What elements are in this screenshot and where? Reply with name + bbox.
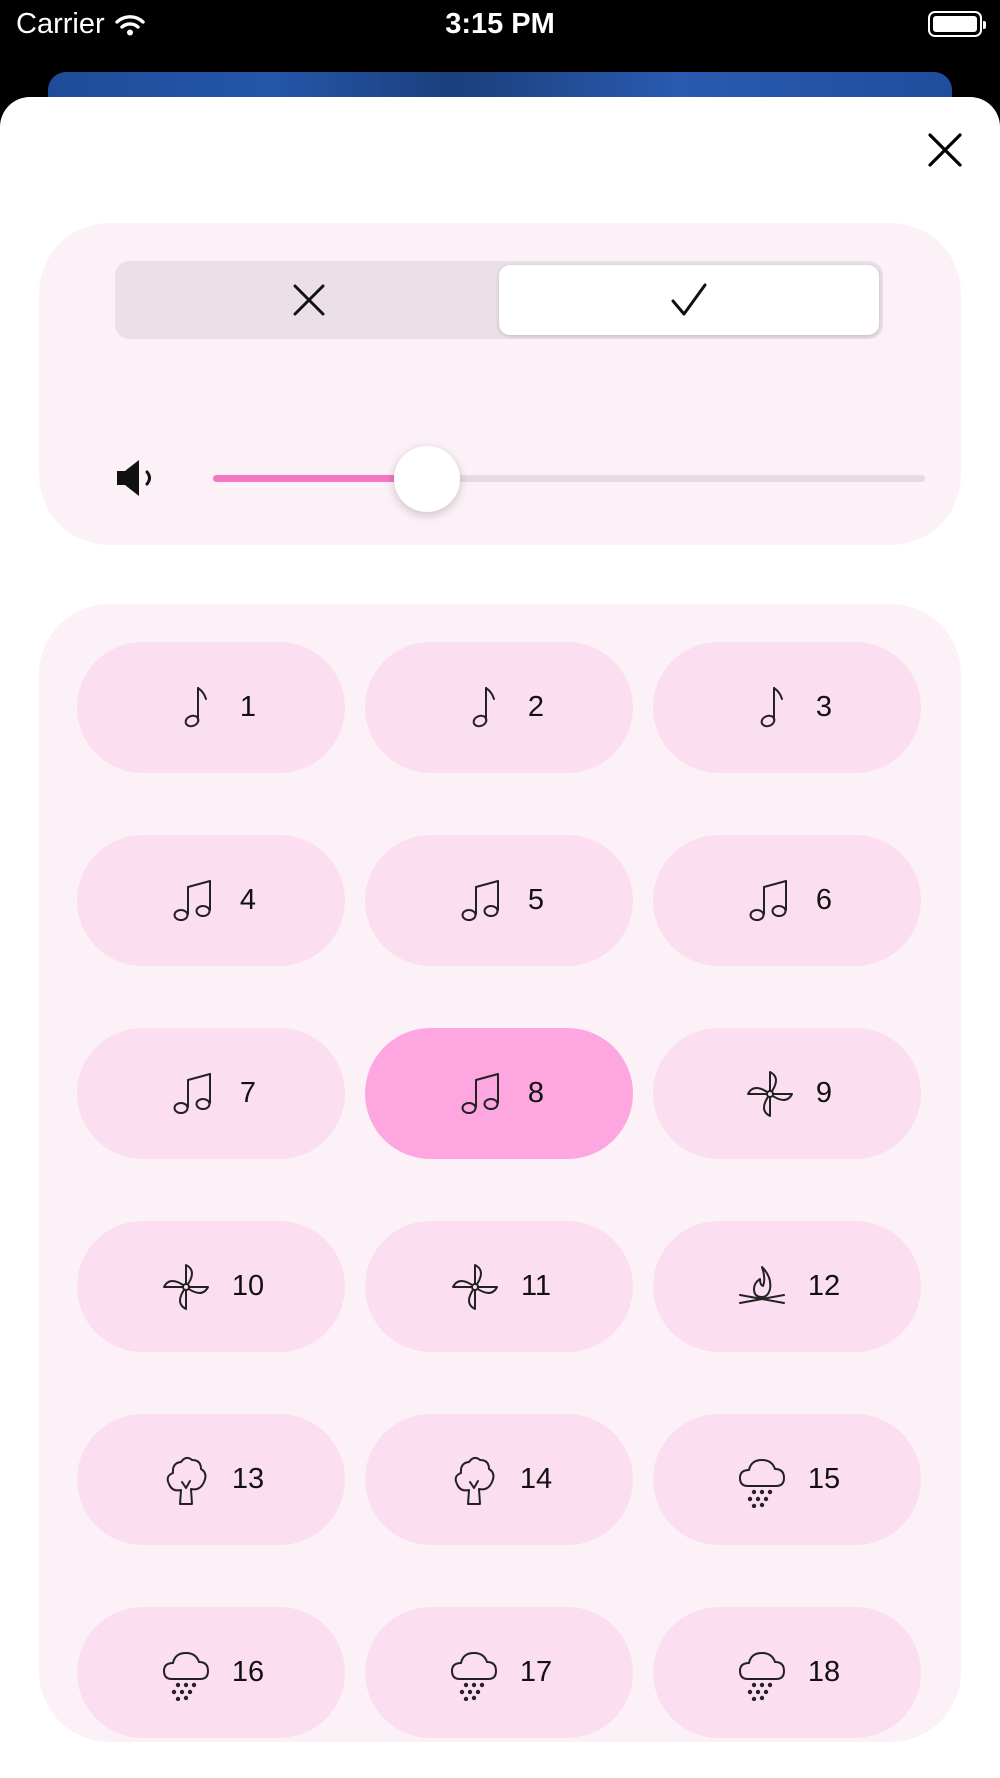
music-note-icon	[472, 686, 495, 727]
sound-button-4[interactable]: 4	[77, 835, 345, 966]
sound-label: 10	[231, 1270, 265, 1302]
tree-icon	[166, 1456, 207, 1505]
sound-button-3[interactable]: 3	[653, 642, 921, 773]
sound-button-17[interactable]: 17	[365, 1607, 633, 1738]
sound-label: 1	[239, 691, 257, 723]
sound-label: 13	[231, 1463, 265, 1495]
sound-label: 11	[520, 1270, 552, 1302]
music-note-icon	[760, 686, 783, 727]
segment-off[interactable]	[119, 265, 499, 335]
sound-button-13[interactable]: 13	[77, 1414, 345, 1545]
music-note-icon	[184, 686, 207, 727]
sound-button-7[interactable]: 7	[77, 1028, 345, 1159]
controls-card	[39, 223, 961, 545]
sound-button-2[interactable]: 2	[365, 642, 633, 773]
sound-label: 12	[807, 1270, 841, 1302]
sound-button-18[interactable]: 18	[653, 1607, 921, 1738]
sound-button-8[interactable]: 8	[365, 1028, 633, 1159]
sound-label: 6	[815, 884, 833, 916]
sound-label: 18	[807, 1656, 841, 1688]
pinwheel-icon	[162, 1263, 209, 1310]
sound-label: 5	[527, 884, 545, 916]
music-notes-icon	[173, 879, 211, 921]
rain-cloud-icon	[162, 1651, 209, 1701]
close-button[interactable]	[920, 125, 970, 175]
music-notes-icon	[461, 1072, 499, 1114]
enable-toggle	[115, 261, 883, 339]
xmark-icon	[293, 284, 325, 316]
sound-label: 15	[807, 1463, 841, 1495]
sound-button-11[interactable]: 11	[365, 1221, 633, 1352]
music-notes-icon	[173, 1072, 211, 1114]
rain-cloud-icon	[738, 1651, 785, 1701]
sound-sheet: 1 2 3 4 5 6 7 8 9 10 11 12 13 14 15 16 17 18	[0, 97, 1000, 1778]
segment-on[interactable]	[499, 265, 879, 335]
music-notes-icon	[461, 879, 499, 921]
sound-label: 16	[231, 1656, 265, 1688]
sound-label: 9	[815, 1077, 833, 1109]
sound-label: 7	[239, 1077, 257, 1109]
sound-button-15[interactable]: 15	[653, 1414, 921, 1545]
sound-button-1[interactable]: 1	[77, 642, 345, 773]
sound-label: 3	[815, 691, 833, 723]
sound-button-16[interactable]: 16	[77, 1607, 345, 1738]
status-bar: Carrier 3:15 PM	[0, 0, 1000, 52]
sound-button-14[interactable]: 14	[365, 1414, 633, 1545]
battery-icon	[928, 11, 986, 37]
campfire-icon	[738, 1265, 785, 1304]
checkmark-icon	[671, 283, 707, 316]
rain-cloud-icon	[738, 1458, 785, 1508]
pinwheel-icon	[451, 1263, 498, 1310]
sound-label: 2	[527, 691, 545, 723]
music-notes-icon	[749, 879, 787, 921]
tree-icon	[454, 1456, 495, 1505]
sound-button-12[interactable]: 12	[653, 1221, 921, 1352]
sound-label: 4	[239, 884, 257, 916]
rain-cloud-icon	[450, 1651, 497, 1701]
volume-slider-thumb[interactable]	[393, 446, 460, 512]
sound-button-9[interactable]: 9	[653, 1028, 921, 1159]
sound-label: 17	[519, 1656, 553, 1688]
sound-label: 14	[519, 1463, 553, 1495]
status-time: 3:15 PM	[445, 8, 555, 40]
sound-grid-card: 1 2 3 4 5 6 7 8 9 10 11 12 13 14 15 16 17 18	[39, 604, 961, 1742]
sound-grid: 1 2 3 4 5 6 7 8 9 10 11 12 13 14 15 16 17 18	[77, 642, 921, 1738]
close-icon	[928, 133, 962, 167]
pinwheel-icon	[746, 1070, 793, 1117]
volume-control	[115, 443, 925, 513]
volume-slider[interactable]	[213, 446, 925, 512]
sound-button-10[interactable]: 10	[77, 1221, 345, 1352]
sound-button-6[interactable]: 6	[653, 835, 921, 966]
speaker-icon	[117, 460, 151, 496]
sound-label: 8	[527, 1077, 545, 1109]
sound-button-5[interactable]: 5	[365, 835, 633, 966]
